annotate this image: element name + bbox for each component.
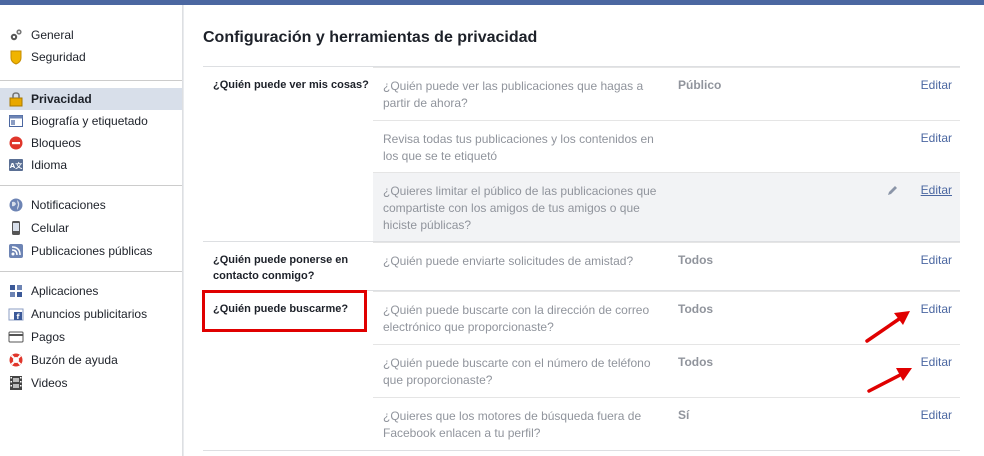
- sidebar-item-privacidad[interactable]: Privacidad: [0, 88, 182, 110]
- setting-question: ¿Quieres que los motores de búsqueda fue…: [383, 409, 642, 440]
- sidebar-item-aplicaciones[interactable]: Aplicaciones: [0, 279, 182, 302]
- sidebar-group-privacy: Privacidad Biografía y etiquetado Bloque…: [0, 88, 182, 176]
- sidebar-item-publicaciones-publicas[interactable]: Publicaciones públicas: [0, 239, 182, 262]
- sidebar-group-notifications: Notificaciones Celular Publicaciones púb…: [0, 193, 182, 262]
- svg-text:A文: A文: [10, 161, 23, 170]
- settings-sidebar: General Seguridad Privacidad Biografía y…: [0, 5, 183, 456]
- sidebar-divider: [0, 185, 182, 186]
- setting-row: ¿Quién puede ver las publicaciones que h…: [373, 67, 960, 120]
- sidebar-item-label: Anuncios publicitarios: [31, 306, 148, 321]
- sidebar-group-account: General Seguridad: [0, 5, 182, 68]
- gears-icon: [8, 27, 24, 43]
- section-label: ¿Quién puede ver mis cosas?: [213, 79, 369, 91]
- highlight-box: [202, 290, 367, 332]
- sidebar-item-biografia[interactable]: Biografía y etiquetado: [0, 110, 182, 132]
- setting-question: ¿Quién puede ver las publicaciones que h…: [383, 79, 644, 110]
- setting-value: Todos: [678, 302, 714, 316]
- sidebar-item-label: General: [31, 28, 74, 42]
- setting-value: Público: [678, 78, 722, 92]
- setting-question: ¿Quién puede buscarte con la dirección d…: [383, 303, 650, 334]
- sidebar-item-label: Seguridad: [31, 50, 86, 64]
- lock-icon: [8, 91, 24, 107]
- section-who-can-contact: ¿Quién puede ponerse en contacto conmigo…: [203, 241, 960, 290]
- globe-icon: [8, 197, 24, 213]
- sidebar-item-label: Privacidad: [31, 92, 92, 106]
- setting-value: Sí: [678, 408, 690, 422]
- sidebar-item-general[interactable]: General: [0, 24, 182, 46]
- edit-link[interactable]: Editar: [921, 355, 952, 369]
- privacy-settings-panel: Configuración y herramientas de privacid…: [184, 5, 984, 456]
- sidebar-item-label: Idioma: [31, 158, 68, 172]
- sidebar-item-bloqueos[interactable]: Bloqueos: [0, 132, 182, 154]
- timeline-icon: [8, 113, 24, 129]
- section-label: ¿Quién puede ponerse en contacto conmigo…: [213, 254, 349, 282]
- edit-link[interactable]: Editar: [921, 302, 952, 316]
- rss-icon: [8, 243, 24, 259]
- setting-value: Todos: [678, 253, 714, 267]
- setting-row: Revisa todas tus publicaciones y los con…: [373, 120, 960, 172]
- setting-row: ¿Quién puede enviarte solicitudes de ami…: [373, 242, 960, 291]
- sidebar-item-celular[interactable]: Celular: [0, 216, 182, 239]
- edit-link[interactable]: Editar: [921, 183, 952, 197]
- sidebar-item-label: Biografía y etiquetado: [31, 114, 148, 128]
- sidebar-item-buzon-ayuda[interactable]: Buzón de ayuda: [0, 348, 182, 371]
- card-icon: [8, 329, 24, 345]
- sidebar-item-notificaciones[interactable]: Notificaciones: [0, 193, 182, 216]
- sidebar-item-pagos[interactable]: Pagos: [0, 325, 182, 348]
- shield-icon: [8, 49, 24, 65]
- setting-question: ¿Quién puede enviarte solicitudes de ami…: [383, 254, 634, 268]
- sidebar-item-label: Videos: [31, 375, 68, 390]
- apps-icon: [8, 283, 24, 299]
- setting-question: ¿Quieres limitar el público de las publi…: [383, 184, 657, 232]
- sidebar-item-label: Notificaciones: [31, 197, 106, 212]
- sidebar-group-apps: Aplicaciones f Anuncios publicitarios Pa…: [0, 279, 182, 394]
- sidebar-item-seguridad[interactable]: Seguridad: [0, 46, 182, 68]
- sidebar-divider: [0, 80, 182, 81]
- setting-value: Todos: [678, 355, 714, 369]
- page-title: Configuración y herramientas de privacid…: [203, 29, 538, 46]
- sidebar-item-label: Celular: [31, 220, 70, 235]
- sidebar-item-label: Publicaciones públicas: [31, 243, 153, 258]
- arrow-annotation: [865, 311, 910, 343]
- language-icon: A文: [8, 157, 24, 173]
- sidebar-item-anuncios[interactable]: f Anuncios publicitarios: [0, 302, 182, 325]
- sidebar-item-label: Aplicaciones: [31, 283, 99, 298]
- arrow-annotation: [867, 368, 912, 393]
- phone-icon: [8, 220, 24, 236]
- edit-link[interactable]: Editar: [921, 253, 952, 267]
- edit-link[interactable]: Editar: [921, 78, 952, 92]
- sidebar-item-idioma[interactable]: A文 Idioma: [0, 154, 182, 176]
- setting-question: Revisa todas tus publicaciones y los con…: [383, 132, 654, 163]
- sidebar-item-label: Bloqueos: [31, 136, 82, 150]
- sidebar-item-label: Pagos: [31, 329, 66, 344]
- block-icon: [8, 135, 24, 151]
- edit-link[interactable]: Editar: [921, 131, 952, 145]
- ads-icon: f: [8, 306, 24, 322]
- sidebar-item-videos[interactable]: Videos: [0, 371, 182, 394]
- lifebuoy-icon: [8, 352, 24, 368]
- setting-question: ¿Quién puede buscarte con el número de t…: [383, 356, 651, 387]
- sidebar-divider: [0, 271, 182, 272]
- section-divider: [203, 450, 960, 451]
- pencil-icon: [887, 185, 898, 199]
- sidebar-item-label: Buzón de ayuda: [31, 352, 118, 367]
- setting-row: ¿Quieres limitar el público de las publi…: [373, 172, 960, 242]
- film-icon: [8, 375, 24, 391]
- setting-row: ¿Quieres que los motores de búsqueda fue…: [373, 397, 960, 451]
- section-who-can-see: ¿Quién puede ver mis cosas? ¿Quién puede…: [203, 66, 960, 242]
- edit-link[interactable]: Editar: [921, 408, 952, 422]
